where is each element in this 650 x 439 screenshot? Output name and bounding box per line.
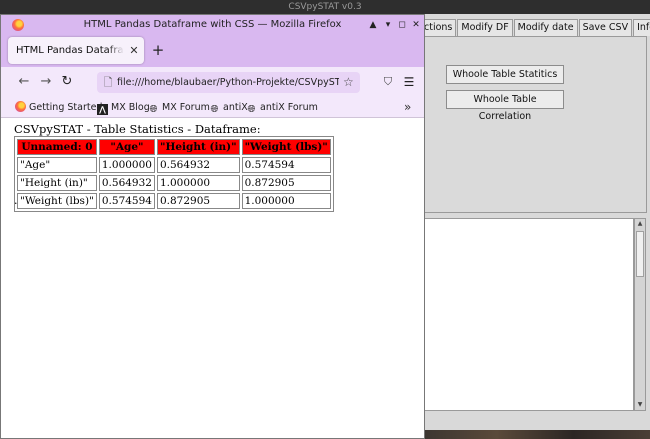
bookmark-getting-started[interactable]: Getting Started [15, 100, 102, 115]
hamburger-menu-icon[interactable]: ☰ [401, 73, 417, 91]
dataframe-table: Unnamed: 0 "Age" "Height (in)" "Weight (… [14, 136, 334, 212]
globe-icon: 🌐︎ [210, 104, 219, 115]
table-cell: 0.574594 [98, 193, 155, 209]
browser-tab-label: HTML Pandas Dataframe wit [16, 45, 124, 56]
column-header: Unnamed: 0 [17, 139, 97, 155]
firefox-titlebar[interactable]: HTML Pandas Dataframe with CSS — Mozilla… [1, 15, 424, 35]
bookmark-antix[interactable]: 🌐︎ antiX [209, 100, 248, 115]
tab-functions[interactable]: ctions [420, 19, 457, 36]
table-cell: 1.000000 [98, 157, 155, 173]
csvpystat-window-title: CSVpySTAT v0.3 [0, 0, 650, 14]
table-correlation-button[interactable]: Whoole Table Correlation [446, 90, 564, 122]
desktop-wallpaper [420, 430, 650, 439]
column-header: "Age" [98, 139, 155, 155]
table-row: "Weight (lbs)" 0.574594 0.872905 1.00000… [17, 193, 331, 209]
keep-above-icon[interactable]: ▲ [367, 18, 379, 32]
page-file-icon: 🗋 [103, 76, 113, 89]
table-cell: "Height (in)" [17, 175, 97, 191]
table-cell: 1.000000 [156, 175, 240, 191]
bookmark-antix-forum[interactable]: 🌐︎ antiX Forum [246, 100, 318, 115]
url-text[interactable]: file:///home/blaubaer/Python-Projekte/CS… [117, 72, 339, 93]
table-row: "Age" 1.000000 0.564932 0.574594 [17, 157, 331, 173]
firefox-icon [15, 101, 26, 112]
table-cell: "Age" [17, 157, 97, 173]
column-header: "Height (in)" [156, 139, 240, 155]
navigation-toolbar: ← → ↻ 🗋 file:///home/blaubaer/Python-Pro… [1, 67, 424, 97]
firefox-window-title: HTML Pandas Dataframe with CSS — Mozilla… [83, 19, 342, 30]
address-bar[interactable]: 🗋 file:///home/blaubaer/Python-Projekte/… [97, 72, 360, 93]
browser-tab-active[interactable]: HTML Pandas Dataframe wit ✕ [8, 37, 144, 64]
table-cell: 0.564932 [98, 175, 155, 191]
table-header-row: Unnamed: 0 "Age" "Height (in)" "Weight (… [17, 139, 331, 155]
tab-save-csv[interactable]: Save CSV [578, 19, 633, 36]
tab-info[interactable]: Info [633, 19, 650, 36]
scrollbar-thumb[interactable] [636, 231, 644, 277]
bookmark-mx-blog[interactable]: ⋀ MX Blog [97, 100, 150, 115]
tab-modify-df[interactable]: Modify DF [457, 19, 513, 36]
maximize-icon[interactable]: ◻ [396, 18, 408, 32]
csvpystat-window: ctions Modify DF Modify date Save CSV In… [420, 14, 650, 430]
minimize-icon[interactable]: ▾ [382, 18, 394, 32]
output-text-area[interactable] [423, 218, 634, 411]
functions-panel: Whoole Table Statitics Whoole Table Corr… [423, 36, 647, 213]
pocket-icon[interactable]: ⛉ [380, 73, 396, 91]
table-statistics-button[interactable]: Whoole Table Statitics [446, 65, 564, 84]
close-window-icon[interactable]: ✕ [410, 18, 422, 32]
trailing-text: . [14, 194, 18, 207]
tab-close-icon[interactable]: ✕ [128, 37, 140, 64]
scroll-up-arrow-icon[interactable]: ▲ [635, 219, 645, 229]
output-scrollbar[interactable]: ▲ ▼ [634, 218, 646, 411]
page-content: CSVpySTAT - Table Statistics - Dataframe… [1, 118, 424, 438]
forward-arrow-icon[interactable]: → [37, 73, 55, 91]
new-tab-plus-icon[interactable]: + [150, 41, 166, 59]
table-cell: 0.574594 [241, 157, 331, 173]
reload-icon[interactable]: ↻ [58, 73, 76, 91]
csvpystat-tabs: ctions Modify DF Modify date Save CSV In… [420, 19, 650, 36]
bookmark-mx-forum[interactable]: 🌐︎ MX Forum [148, 100, 210, 115]
column-header: "Weight (lbs)" [241, 139, 331, 155]
scroll-down-arrow-icon[interactable]: ▼ [635, 400, 645, 410]
firefox-tab-bar: HTML Pandas Dataframe wit ✕ + [1, 35, 424, 67]
table-row: "Height (in)" 0.564932 1.000000 0.872905 [17, 175, 331, 191]
firefox-window: HTML Pandas Dataframe with CSS — Mozilla… [0, 14, 425, 439]
back-arrow-icon[interactable]: ← [15, 73, 33, 91]
table-cell: 1.000000 [241, 193, 331, 209]
table-cell: 0.564932 [156, 157, 240, 173]
globe-icon: 🌐︎ [149, 104, 158, 115]
tab-modify-date[interactable]: Modify date [513, 19, 578, 36]
mx-logo-icon: ⋀ [97, 104, 108, 115]
bookmarks-overflow-chevron-icon[interactable]: » [404, 100, 411, 115]
page-title: CSVpySTAT - Table Statistics - Dataframe… [14, 122, 261, 136]
table-cell: "Weight (lbs)" [17, 193, 97, 209]
globe-icon: 🌐︎ [247, 104, 256, 115]
bookmark-star-icon[interactable]: ☆ [343, 74, 357, 91]
table-cell: 0.872905 [241, 175, 331, 191]
table-cell: 0.872905 [156, 193, 240, 209]
bookmarks-toolbar: Getting Started ⋀ MX Blog 🌐︎ MX Forum 🌐︎ an… [1, 97, 424, 118]
firefox-logo-icon [12, 19, 24, 31]
